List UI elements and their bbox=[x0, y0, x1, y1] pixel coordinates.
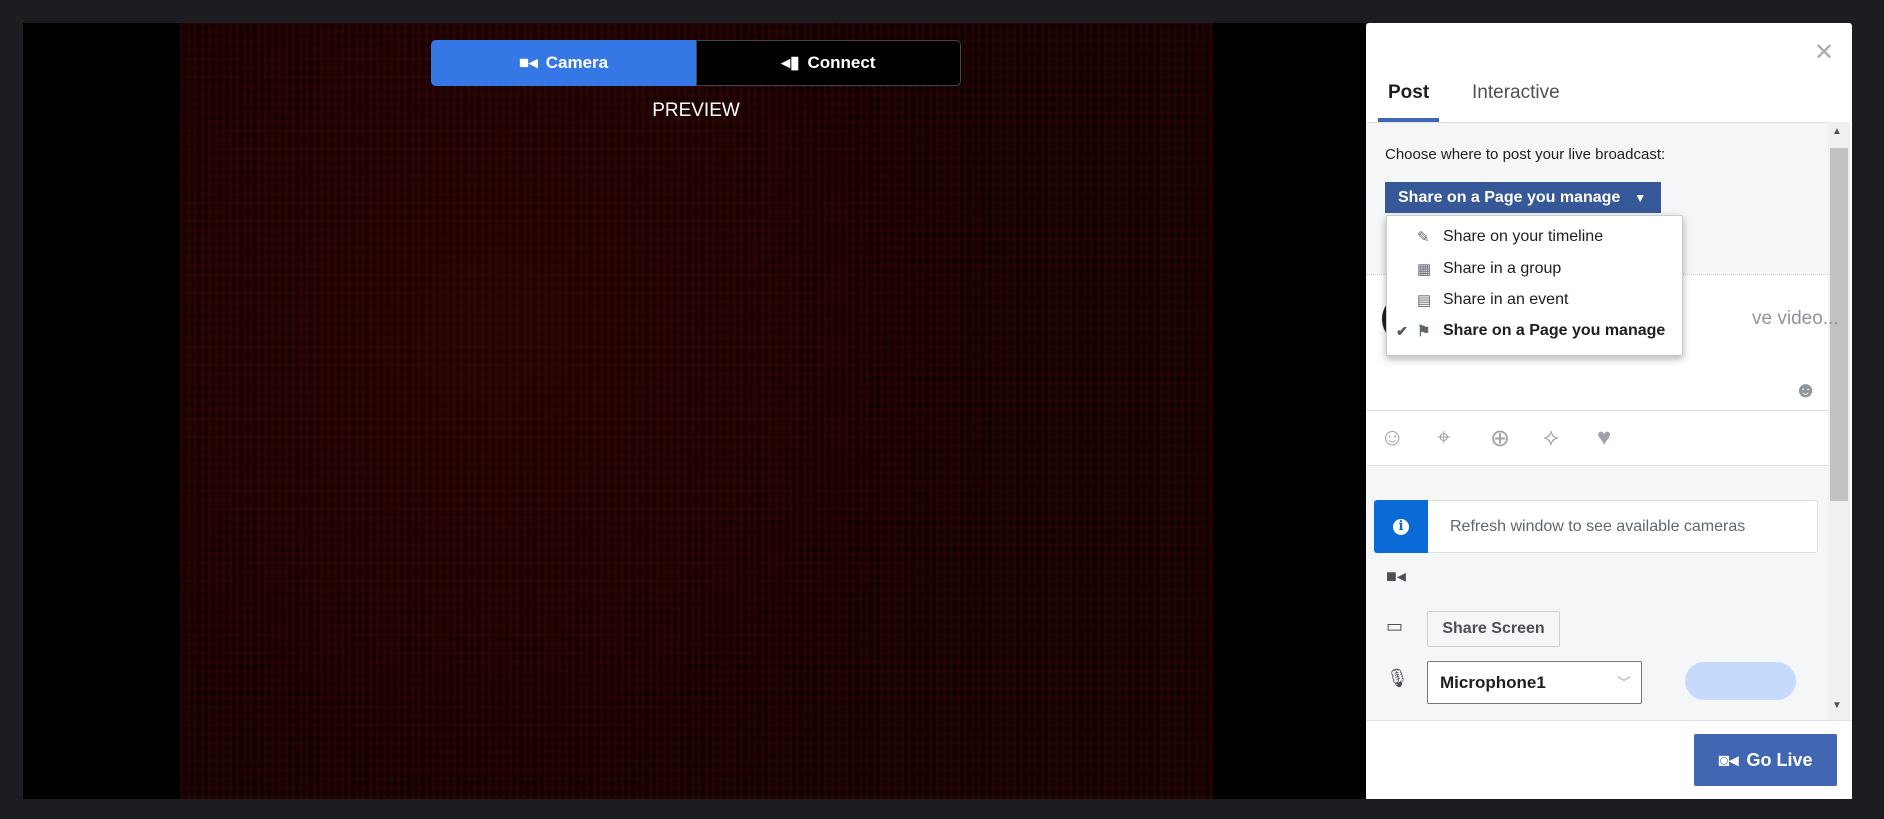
camera-tab-button[interactable]: ■◂ Camera bbox=[431, 40, 696, 86]
info-message: Refresh window to see available cameras bbox=[1450, 517, 1746, 535]
feeling-icon[interactable]: ☺ bbox=[1380, 424, 1405, 452]
flag-icon: ⚑ bbox=[1417, 323, 1431, 340]
scroll-down-icon[interactable]: ▼ bbox=[1832, 700, 1842, 711]
microphone-icon: 🎙︎ bbox=[1386, 668, 1409, 688]
video-camera-icon: ■◂ bbox=[1386, 566, 1406, 586]
menu-item-group[interactable]: ▦ Share in a group bbox=[1387, 255, 1561, 283]
target-icon[interactable]: ⊕ bbox=[1490, 424, 1510, 453]
microphone-select[interactable]: Microphone1 ﹀ bbox=[1427, 661, 1642, 704]
connect-tab-button[interactable]: ◂▮ Connect bbox=[696, 40, 961, 86]
destination-menu: ✎ Share on your timeline ▦ Share in a grou… bbox=[1386, 215, 1683, 356]
video-camera-icon: ◙◂ bbox=[1718, 749, 1739, 770]
camera-label: Camera bbox=[545, 53, 609, 72]
go-live-label: Go Live bbox=[1746, 749, 1813, 770]
composer-placeholder: ve video... bbox=[1752, 308, 1839, 329]
location-pin-icon[interactable]: ⌖ bbox=[1437, 424, 1451, 452]
go-live-button[interactable]: ◙◂ Go Live bbox=[1694, 734, 1837, 786]
microphone-selected: Microphone1 bbox=[1440, 672, 1546, 692]
menu-item-label: Share on a Page you manage bbox=[1443, 322, 1666, 339]
menu-item-timeline[interactable]: ✎ Share on your timeline bbox=[1387, 223, 1603, 251]
video-camera-icon: ■◂ bbox=[518, 53, 538, 72]
destination-selected: Share on a Page you manage bbox=[1398, 188, 1621, 206]
close-icon[interactable]: ✕ bbox=[1814, 38, 1834, 67]
menu-item-label: Share in a group bbox=[1443, 260, 1562, 277]
tab-interactive[interactable]: Interactive bbox=[1472, 82, 1560, 104]
tab-post[interactable]: Post bbox=[1388, 82, 1429, 104]
menu-item-page[interactable]: ✔ ⚑ Share on a Page you manage bbox=[1387, 317, 1665, 345]
audio-level-pill bbox=[1685, 662, 1796, 700]
connect-label: Connect bbox=[807, 53, 876, 72]
preview-label: PREVIEW bbox=[652, 100, 740, 121]
calendar-icon: ▤ bbox=[1417, 292, 1432, 309]
menu-item-label: Share in an event bbox=[1443, 291, 1569, 308]
group-icon: ▦ bbox=[1417, 261, 1432, 278]
menu-item-event[interactable]: ▤ Share in an event bbox=[1387, 286, 1568, 314]
destination-dropdown[interactable]: Share on a Page you manage ▼ bbox=[1385, 182, 1661, 213]
camera-preview bbox=[180, 23, 1214, 799]
donate-heart-icon[interactable]: ♥ bbox=[1597, 424, 1611, 452]
info-banner: i Refresh window to see available camera… bbox=[1374, 500, 1818, 553]
share-screen-button[interactable]: Share Screen bbox=[1427, 611, 1560, 647]
checkmark-icon: ✔ bbox=[1396, 322, 1408, 339]
handshake-icon[interactable]: ⟡ bbox=[1543, 424, 1559, 452]
chevron-down-icon: ﹀ bbox=[1617, 674, 1631, 691]
plug-icon: ◂▮ bbox=[781, 53, 800, 72]
emoji-icon[interactable]: ☻ bbox=[1794, 377, 1817, 403]
menu-item-label: Share on your timeline bbox=[1443, 228, 1604, 245]
caret-down-icon: ▼ bbox=[1634, 190, 1647, 205]
edit-icon: ✎ bbox=[1417, 229, 1430, 246]
choose-destination-label: Choose where to post your live broadcast… bbox=[1385, 146, 1666, 163]
scroll-up-icon[interactable]: ▲ bbox=[1832, 126, 1842, 137]
info-icon: i bbox=[1374, 500, 1428, 553]
monitor-icon: ▭ bbox=[1386, 616, 1404, 636]
